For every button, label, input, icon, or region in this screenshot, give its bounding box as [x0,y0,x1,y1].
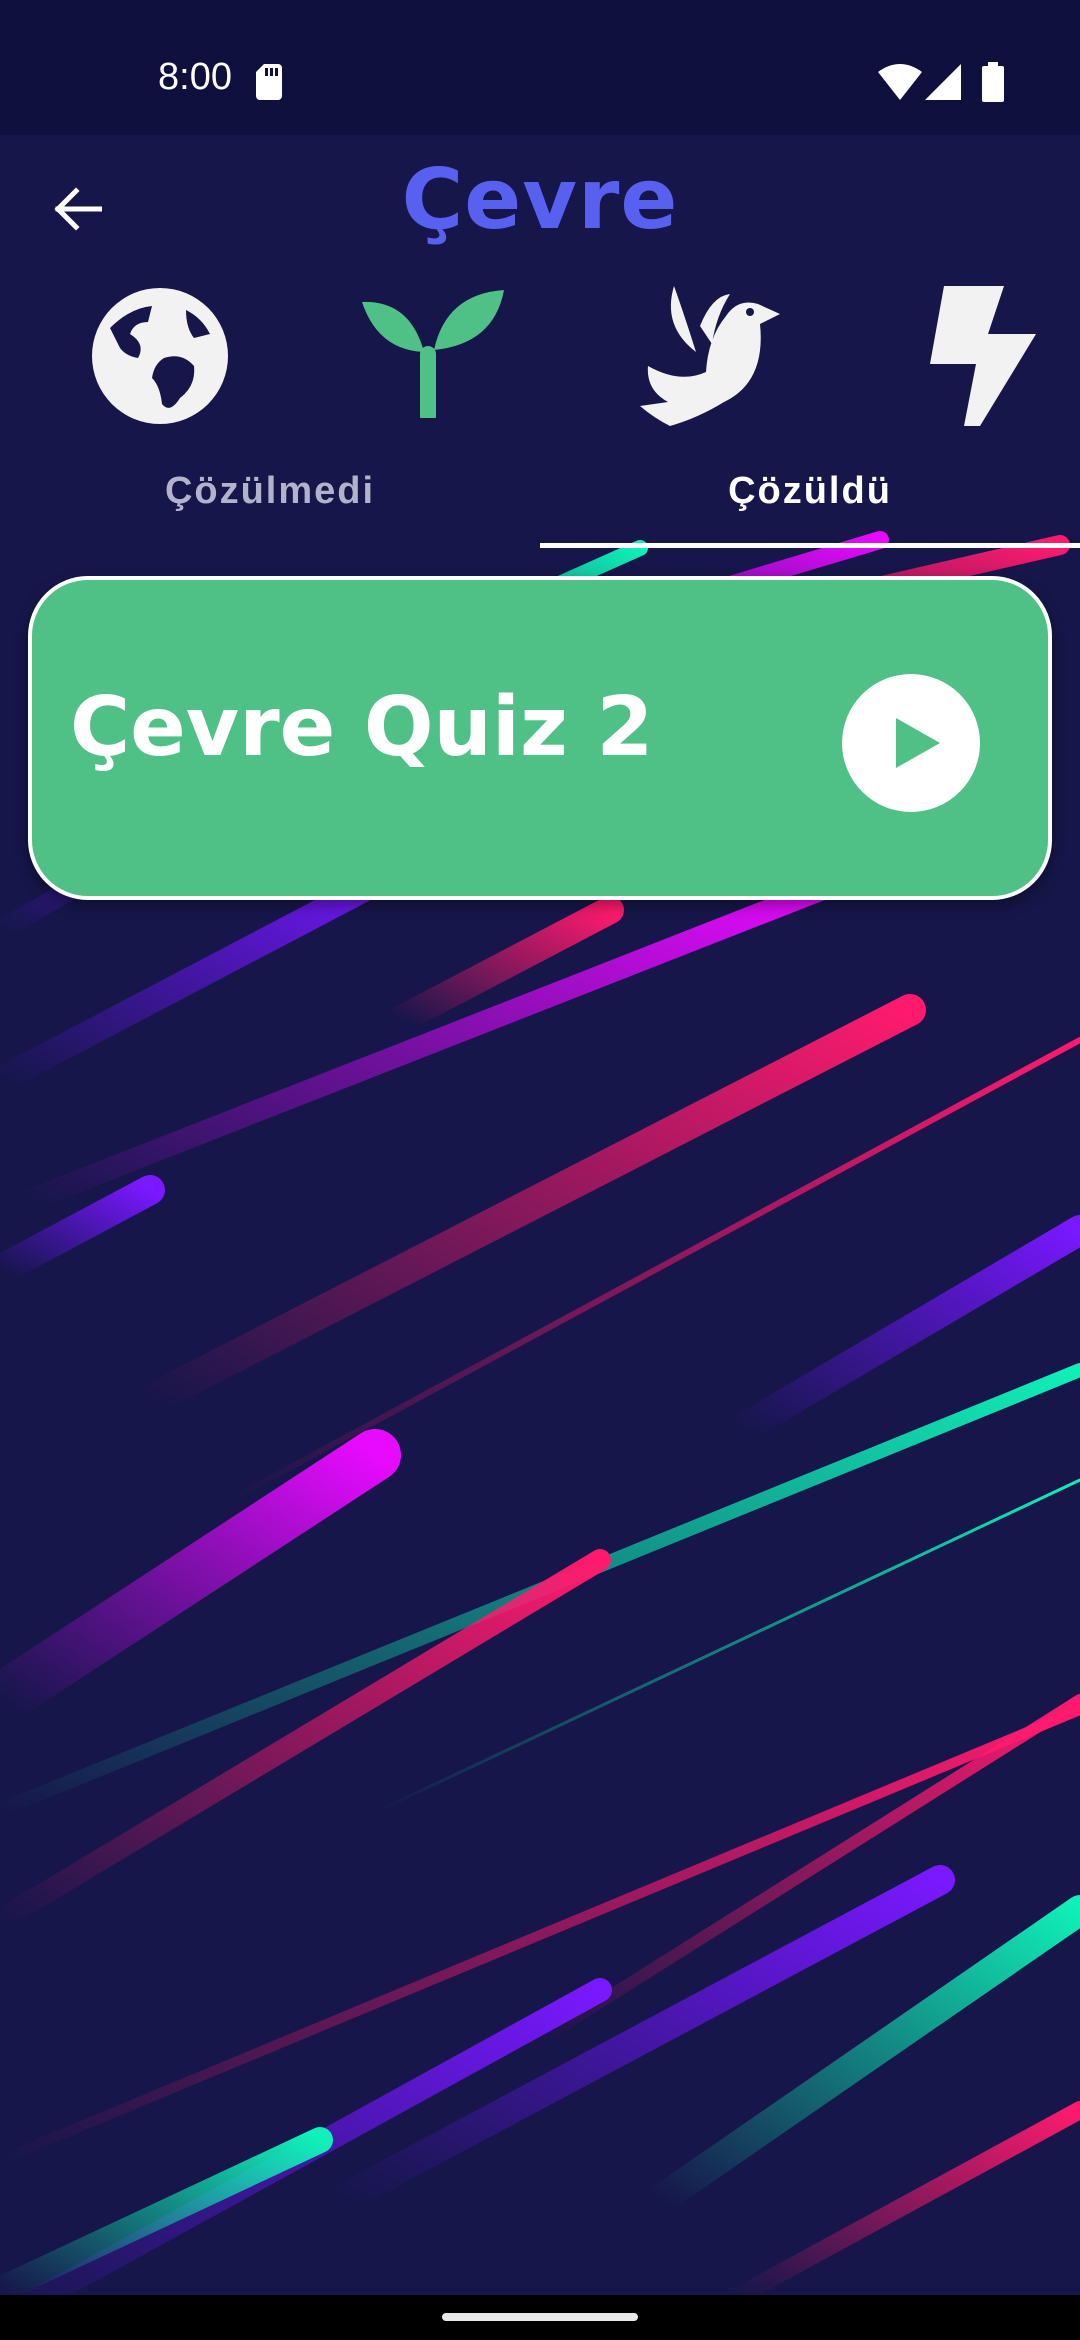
page-title: Çevre [401,150,679,248]
status-time: 8:00 [158,56,232,98]
signal-icon [925,64,961,100]
status-bar: 8:00 [0,0,1080,135]
play-button[interactable] [842,674,980,812]
tab-solved[interactable]: Çözüldü [540,470,1080,513]
quiz-card[interactable]: Çevre Quiz 2 [28,576,1052,900]
dove-icon[interactable] [640,286,780,426]
tab-unsolved[interactable]: Çözülmedi [0,470,540,513]
tab-indicator [540,543,1080,548]
navigation-bar [0,2295,1080,2340]
globe-icon[interactable] [90,286,230,426]
lightning-icon[interactable] [930,286,1036,426]
battery-icon [982,62,1004,102]
quiz-title: Çevre Quiz 2 [70,680,654,775]
home-indicator[interactable] [442,2313,638,2321]
play-icon [896,718,940,768]
wifi-icon [878,64,922,100]
sprout-icon[interactable] [362,286,504,418]
sd-card-icon [256,64,282,100]
